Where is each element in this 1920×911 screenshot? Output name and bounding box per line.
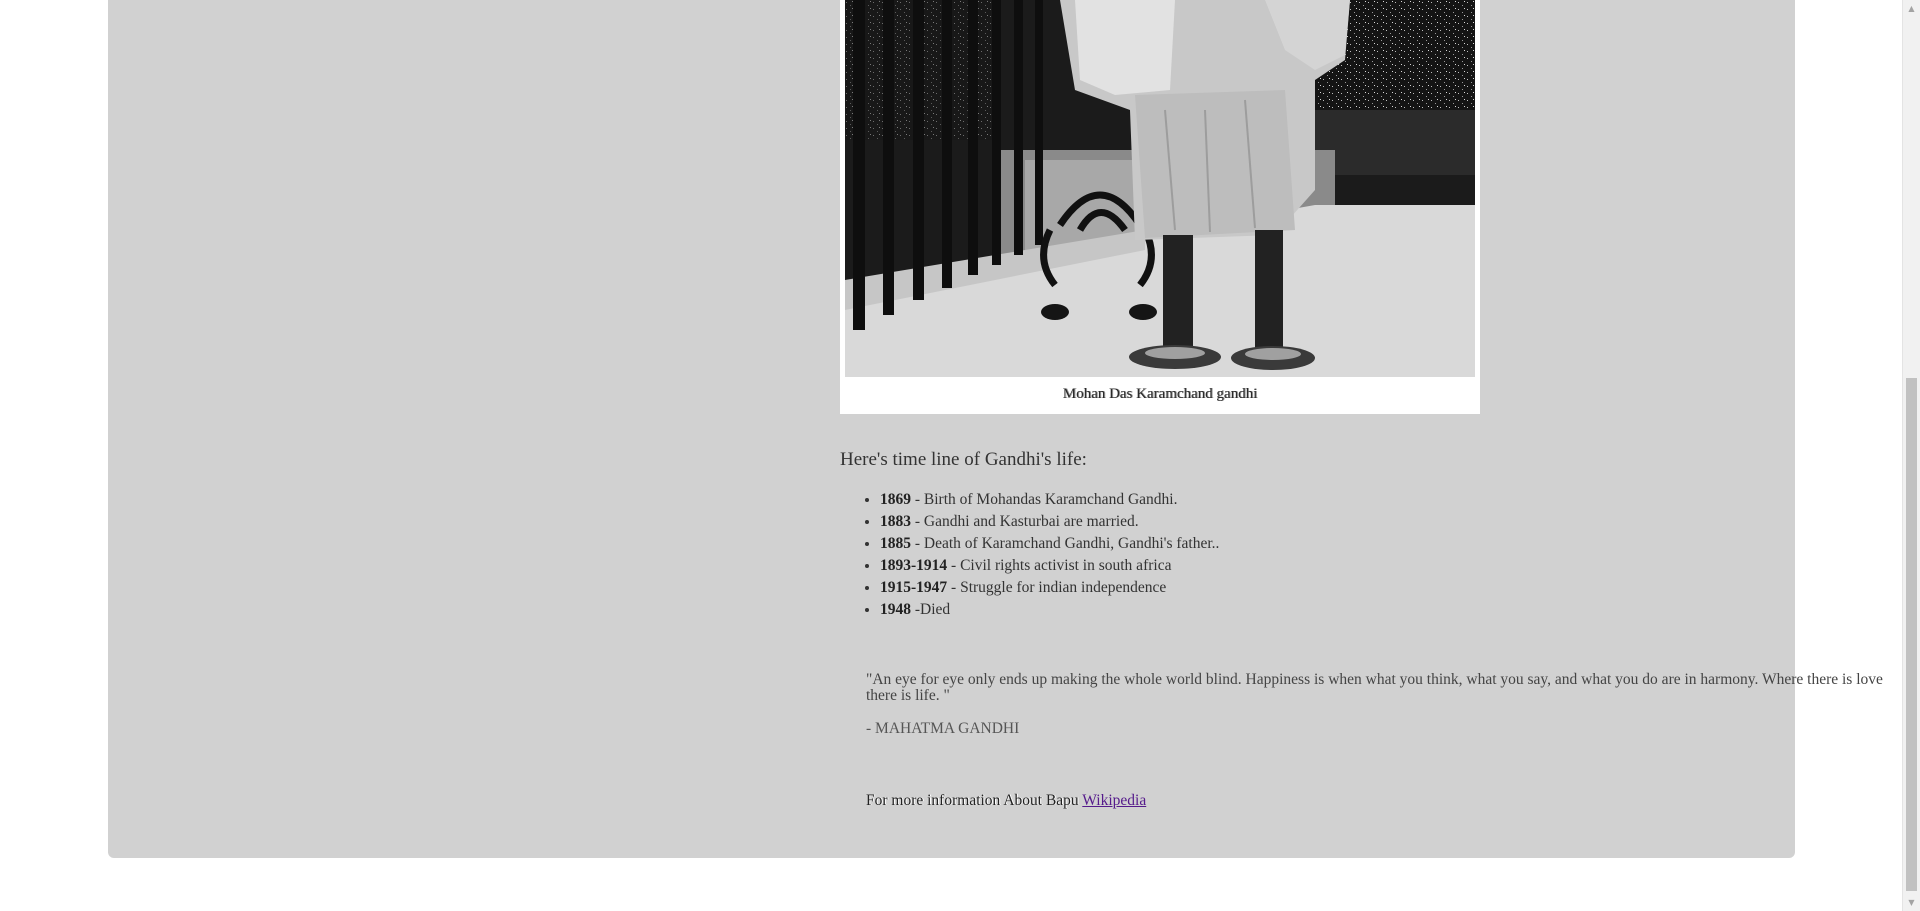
page-viewport: Mohan Das Karamchand gandhi Here's time … — [0, 0, 1920, 911]
timeline-event: - Struggle for indian independence — [947, 579, 1167, 596]
timeline-year: 1915-1947 — [880, 579, 948, 596]
timeline-item: 1885 - Death of Karamchand Gandhi, Gandh… — [880, 533, 1219, 555]
more-info-text: For more information About Bapu — [866, 792, 1083, 809]
timeline-event: -Died — [911, 601, 951, 618]
timeline-event: - Civil rights activist in south africa — [947, 557, 1172, 574]
timeline-item: 1883 - Gandhi and Kasturbai are married. — [880, 511, 1219, 533]
timeline-item: 1893-1914 - Civil rights activist in sou… — [880, 555, 1219, 577]
timeline-year: 1883 — [880, 513, 911, 530]
timeline-list: 1869 - Birth of Mohandas Karamchand Gand… — [840, 489, 1219, 621]
vertical-scrollbar[interactable]: ▲ ▼ — [1902, 0, 1920, 911]
timeline-event: - Death of Karamchand Gandhi, Gandhi's f… — [911, 535, 1220, 552]
photo-caption: Mohan Das Karamchand gandhi — [1062, 386, 1258, 402]
main-content-card: Mohan Das Karamchand gandhi Here's time … — [108, 0, 1883, 858]
timeline-event: - Birth of Mohandas Karamchand Gandhi. — [911, 491, 1178, 508]
scroll-down-arrow-icon[interactable]: ▼ — [1903, 894, 1920, 911]
timeline-year: 1948 — [880, 601, 911, 618]
gandhi-quote: "An eye for eye only ends up making the … — [866, 672, 1886, 738]
timeline-year: 1893-1914 — [880, 557, 948, 574]
quote-text: "An eye for eye only ends up making the … — [866, 671, 1883, 704]
quote-author: - MAHATMA GANDHI — [866, 720, 1020, 737]
timeline-item: 1948 -Died — [880, 599, 1219, 621]
timeline-item: 1915-1947 - Struggle for indian independ… — [880, 577, 1219, 599]
timeline-event: - Gandhi and Kasturbai are married. — [911, 513, 1139, 530]
gandhi-photo — [845, 0, 1475, 377]
more-info-line: For more information About Bapu Wikipedi… — [866, 792, 1146, 810]
timeline-year: 1869 — [880, 491, 911, 508]
timeline-year: 1885 — [880, 535, 911, 552]
wikipedia-link[interactable]: Wikipedia — [1082, 792, 1146, 809]
tribute-figure: Mohan Das Karamchand gandhi — [840, 0, 1480, 414]
scrollbar-thumb[interactable] — [1906, 378, 1917, 891]
timeline-heading: Here's time line of Gandhi's life: — [840, 449, 1087, 470]
timeline-item: 1869 - Birth of Mohandas Karamchand Gand… — [880, 489, 1219, 511]
scroll-up-arrow-icon[interactable]: ▲ — [1903, 0, 1920, 17]
